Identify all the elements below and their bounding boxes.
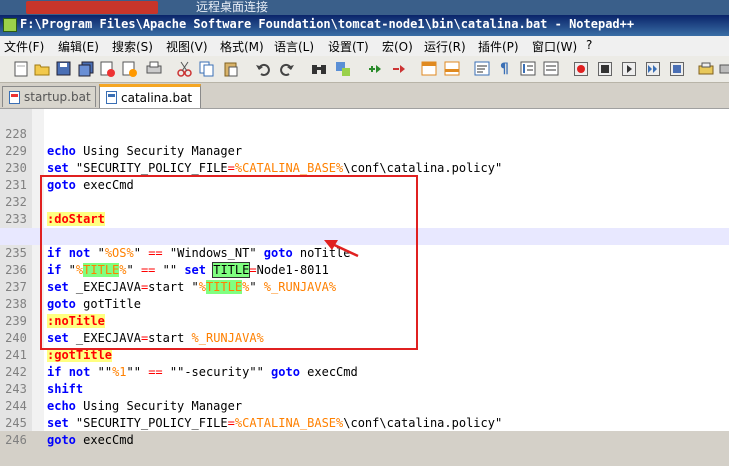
code-line[interactable]: 245 goto execCmd [0, 398, 729, 415]
show-all-chars-icon[interactable]: ¶ [496, 60, 513, 77]
tab-catalina-bat[interactable]: catalina.bat [99, 84, 201, 108]
redo-icon[interactable] [278, 60, 295, 77]
word-wrap-icon[interactable] [473, 60, 490, 77]
close-file-icon[interactable] [99, 60, 116, 77]
copy-icon[interactable] [198, 60, 215, 77]
redacted-region [26, 1, 158, 14]
notepadpp-app-icon [3, 18, 17, 32]
play-macro-icon[interactable] [620, 60, 637, 77]
toolbar-overflow-icon[interactable] [716, 60, 729, 77]
menu-language[interactable]: 语言(L) [274, 38, 314, 55]
sync-vertical-icon[interactable] [420, 60, 437, 77]
file-icon [9, 91, 20, 104]
tab-bar: startup.bat catalina.bat [0, 83, 729, 109]
code-line[interactable]: 229 set "SECURITY_POLICY_FILE=%CATALINA_… [0, 126, 729, 143]
menu-run[interactable]: 运行(R) [424, 38, 466, 55]
save-all-icon[interactable] [77, 60, 94, 77]
zoom-in-icon[interactable] [366, 60, 383, 77]
window-title: F:\Program Files\Apache Software Foundat… [20, 17, 634, 31]
plugin-icon[interactable] [697, 60, 714, 77]
tab-label: startup.bat [24, 90, 91, 104]
menu-edit[interactable]: 编辑(E) [58, 38, 99, 55]
remote-desktop-bar: 远程桌面连接 [0, 0, 729, 15]
line-number: 246 [0, 432, 32, 449]
code-line[interactable]: 243 echo Using Security Manager [0, 364, 729, 381]
menu-help[interactable]: ? [586, 38, 592, 52]
menu-format[interactable]: 格式(M) [220, 38, 264, 55]
save-icon[interactable] [55, 60, 72, 77]
code-line[interactable]: 230 goto execCmd [0, 143, 729, 160]
indent-guide-icon[interactable] [519, 60, 536, 77]
save-macro-icon[interactable] [668, 60, 685, 77]
menu-macro[interactable]: 宏(O) [382, 38, 413, 55]
code-line[interactable]: 228 echo Using Security Manager [0, 109, 729, 126]
menu-window[interactable]: 窗口(W) [532, 38, 577, 55]
menu-settings[interactable]: 设置(T) [328, 38, 369, 55]
record-macro-icon[interactable] [572, 60, 589, 77]
menu-bar: 文件(F) 编辑(E) 搜索(S) 视图(V) 格式(M) 语言(L) 设置(T… [0, 36, 729, 57]
menu-search[interactable]: 搜索(S) [112, 38, 153, 55]
code-line[interactable]: 246 [0, 415, 729, 432]
user-language-icon[interactable] [542, 60, 559, 77]
new-file-icon[interactable] [12, 60, 29, 77]
annotation-highlight-box [40, 175, 418, 350]
paste-icon[interactable] [222, 60, 239, 77]
stop-macro-icon[interactable] [596, 60, 613, 77]
run-macro-multiple-icon[interactable] [644, 60, 661, 77]
menu-view[interactable]: 视图(V) [166, 38, 208, 55]
undo-icon[interactable] [254, 60, 271, 77]
open-folder-icon[interactable] [33, 60, 50, 77]
replace-icon[interactable] [334, 60, 351, 77]
menu-file[interactable]: 文件(F) [4, 38, 44, 55]
tab-startup-bat[interactable]: startup.bat [2, 86, 96, 107]
toolbar: ¶ [0, 56, 729, 83]
zoom-out-icon[interactable] [390, 60, 407, 77]
tab-label: catalina.bat [121, 91, 192, 105]
print-icon[interactable] [145, 60, 162, 77]
sync-horizontal-icon[interactable] [443, 60, 460, 77]
find-icon[interactable] [310, 60, 327, 77]
code-line[interactable]: 244 set "SECURITY_POLICY_FILE=%CATALINA_… [0, 381, 729, 398]
remote-desktop-title: 远程桌面连接 [196, 0, 268, 15]
close-all-icon[interactable] [121, 60, 138, 77]
menu-plugins[interactable]: 插件(P) [478, 38, 519, 55]
cut-icon[interactable] [176, 60, 193, 77]
title-bar: F:\Program Files\Apache Software Foundat… [0, 15, 729, 36]
file-icon [106, 91, 117, 104]
